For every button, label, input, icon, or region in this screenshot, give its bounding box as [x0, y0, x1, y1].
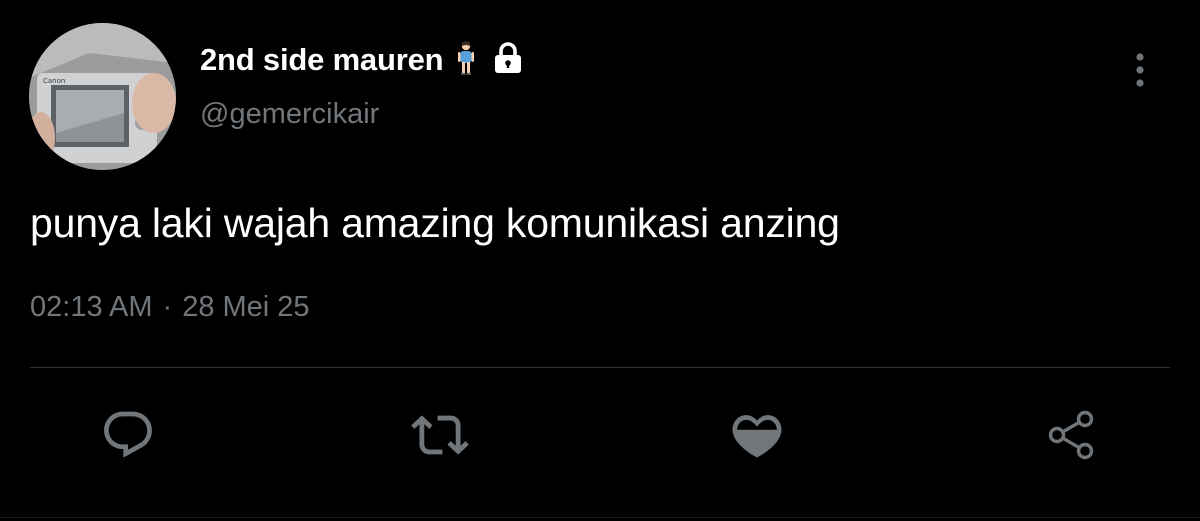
timestamp: 02:13 AM · 28 Mei 25: [30, 291, 310, 324]
lock-icon: [493, 41, 523, 79]
display-name[interactable]: 2nd side mauren: [200, 42, 444, 78]
share-button[interactable]: [1043, 405, 1103, 465]
retweet-button[interactable]: [410, 405, 470, 465]
divider: [30, 367, 1170, 368]
retweet-icon: [411, 415, 469, 455]
person-standing-icon: [457, 40, 475, 80]
reply-icon: [104, 411, 152, 458]
avatar-image: Canon: [29, 23, 176, 170]
like-button[interactable]: [727, 405, 787, 465]
svg-text:Canon: Canon: [43, 77, 65, 85]
more-options-button[interactable]: [1120, 48, 1160, 92]
more-vertical-icon: [1136, 53, 1144, 87]
avatar[interactable]: Canon: [29, 23, 176, 170]
like-icon: [732, 415, 782, 458]
timestamp-separator: ·: [162, 291, 173, 323]
name-row: 2nd side mauren: [200, 38, 523, 82]
reply-button[interactable]: [98, 405, 158, 465]
share-icon: [1048, 410, 1094, 460]
tweet-time: 02:13 AM: [30, 291, 153, 323]
tweet-date: 28 Mei 25: [182, 291, 310, 323]
bottom-border: [0, 517, 1200, 518]
tweet-text: punya laki wajah amazing komunikasi anzi…: [30, 200, 840, 246]
handle[interactable]: @gemercikair: [200, 98, 379, 131]
